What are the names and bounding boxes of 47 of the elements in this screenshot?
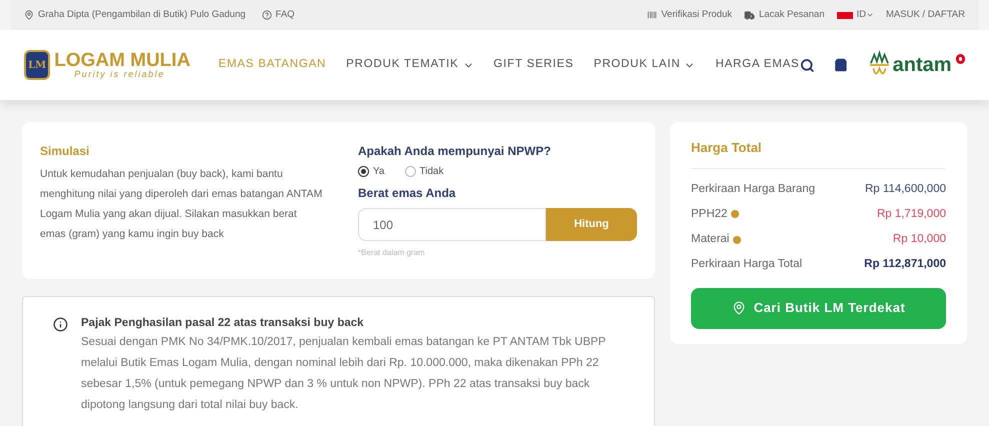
location-pin-icon — [24, 10, 34, 20]
chevron-down-icon — [866, 11, 874, 19]
npwp-question: Apakah Anda mempunyai NPWP? — [358, 143, 552, 160]
price-label: PPH22 — [691, 206, 728, 222]
radio-option[interactable]: Ya — [358, 164, 384, 179]
location-pin-icon — [732, 301, 746, 315]
price-label: Materai — [691, 232, 730, 247]
simulation-description: Untuk kemudahan penjualan (buy back), kami bantu menghitung nilai yang diperoleh dari emas batangan ANTAM Logam Mulia yang akan dijual. Silakan masukkan berat emas (gram) yang kamu ingin buy back — [40, 167, 323, 242]
nav-item[interactable]: HARGA EMAS — [715, 56, 800, 74]
language-selector[interactable]: ID — [856, 8, 874, 22]
price-value: Rp 10,000 — [892, 232, 946, 247]
notice-body: Sesuai dengan PMK No 34/PMK.10/2017, penjualan kembali emas batangan ke PT ANTAM Tbk UBPP melalui Butik Emas Logam Mulia, dengan nominal lebih dari Rp. 10.000.000, maka dikenakan PPh 22 sebesar 1,5% (untuk pemegang NPWP dan 3 % untuk non NPWP). PPh 22 atas transaksi buy back dipotong langsung dari total nilai buy back. — [81, 335, 607, 414]
nav-item[interactable]: EMAS BATANGAN — [218, 56, 326, 74]
search-icon[interactable] — [800, 56, 814, 74]
weight-label: Berat emas Anda — [358, 185, 457, 202]
store-location[interactable]: Graha Dipta (Pengambilan di Butik) Pulo Gadung — [38, 8, 246, 22]
logo-badge: LM — [24, 50, 50, 80]
track-order-link[interactable]: Lacak Pesanan — [759, 8, 824, 22]
price-value: Rp 114,600,000 — [865, 182, 946, 196]
weight-input[interactable]: 100 — [358, 208, 546, 241]
nav-item[interactable]: PRODUK LAIN — [594, 56, 696, 74]
find-store-button[interactable]: Cari Butik LM Terdekat — [691, 288, 946, 328]
flag-icon — [836, 12, 852, 18]
partner-ring-icon — [956, 54, 965, 64]
nav-item[interactable]: GIFT SERIES — [494, 56, 574, 74]
help-icon — [262, 10, 272, 20]
price-value: Rp 112,871,000 — [864, 257, 946, 272]
truck-icon — [744, 10, 755, 20]
barcode-icon — [647, 10, 658, 20]
logo-name: LOGAM MULIA — [54, 51, 190, 70]
login-link[interactable]: MASUK / DAFTAR — [886, 8, 965, 22]
section-title: Simulasi — [40, 143, 90, 160]
notice-title: Pajak Penghasilan pasal 22 atas transaksi buy back — [81, 316, 365, 331]
price-value: Rp 1,719,000 — [876, 206, 946, 222]
partner-logo: antam — [892, 53, 952, 78]
total-title: Harga Total — [691, 138, 946, 168]
info-icon — [53, 317, 68, 332]
logo-tagline: Purity is reliable — [74, 70, 166, 79]
nav-item[interactable]: PRODUK TEMATIK — [346, 56, 474, 74]
weight-hint: *Berat dalam gram — [358, 247, 426, 259]
faq-link[interactable]: FAQ — [276, 8, 295, 22]
price-label: Perkiraan Harga Barang — [691, 182, 816, 196]
calculate-button[interactable]: Hitung — [546, 208, 637, 241]
price-label: Perkiraan Harga Total — [691, 257, 802, 272]
shopping-bag-icon[interactable] — [834, 57, 848, 73]
radio-option[interactable]: Tidak — [404, 164, 444, 179]
verify-product-link[interactable]: Verifikasi Produk — [661, 8, 732, 22]
